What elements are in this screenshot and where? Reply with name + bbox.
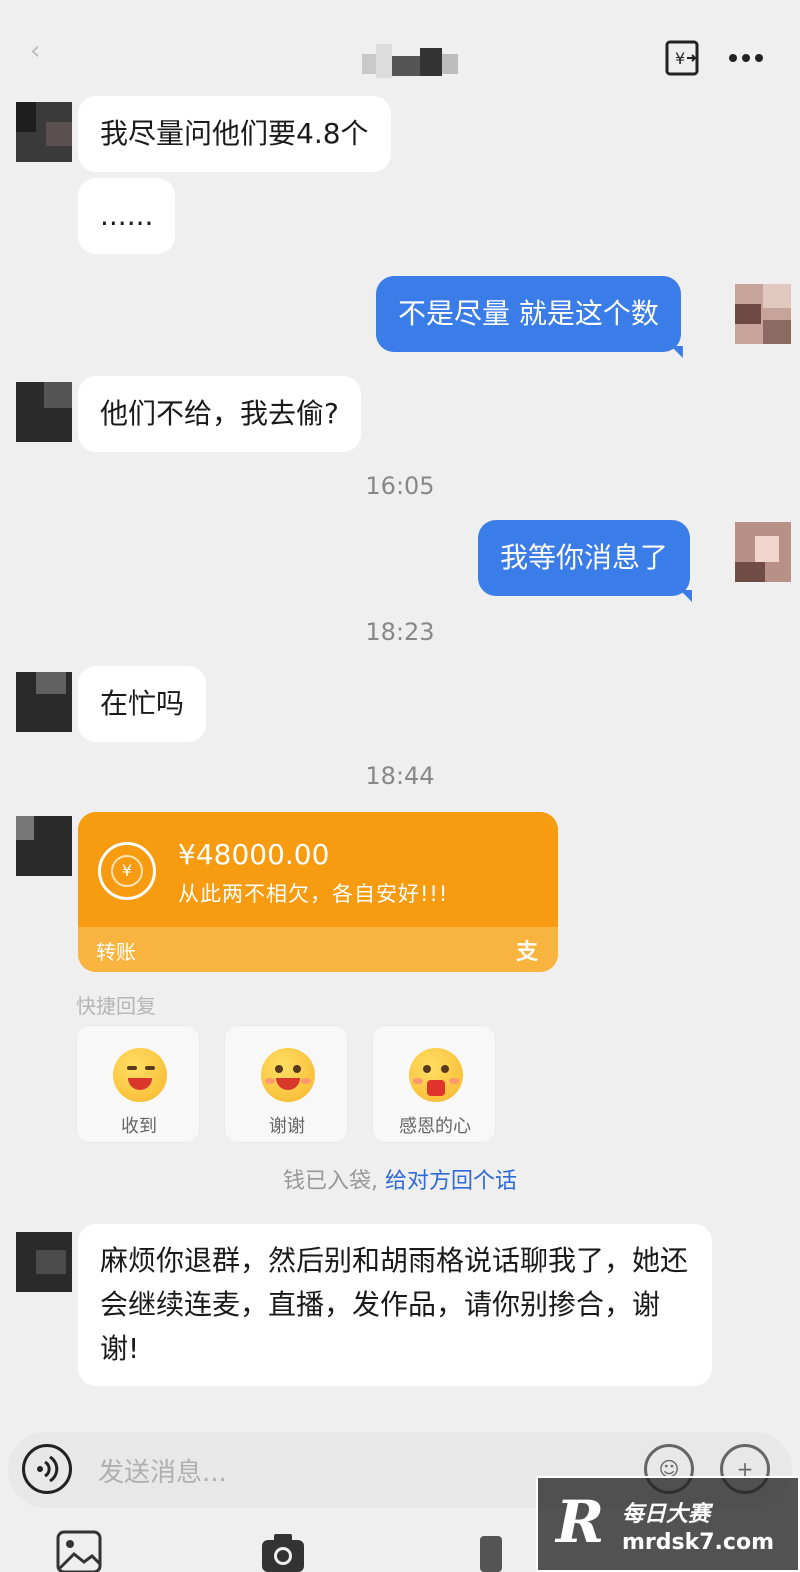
chat-header: ‹ ¥: [0, 0, 800, 100]
transfer-amount: ¥48000.00: [178, 838, 330, 871]
timestamp: 16:05: [365, 472, 435, 500]
avatar[interactable]: [16, 382, 72, 442]
transfer-coin-icon: ¥: [98, 842, 156, 900]
camera-icon[interactable]: [260, 1530, 306, 1572]
image-icon[interactable]: [56, 1530, 102, 1572]
timestamp: 18:44: [365, 762, 435, 790]
reply-link[interactable]: 给对方回个话: [385, 1169, 517, 1194]
avatar[interactable]: [16, 1232, 72, 1292]
avatar[interactable]: [16, 672, 72, 732]
message-bubble[interactable]: 麻烦你退群，然后别和胡雨格说话聊我了，她还会继续连麦，直播，发作品，请你别掺合，…: [78, 1224, 712, 1386]
back-icon[interactable]: ‹: [30, 36, 50, 76]
message-bubble[interactable]: 他们不给，我去偷?: [78, 376, 361, 452]
svg-text:¥: ¥: [675, 49, 685, 68]
tongue-emoji-icon: [113, 1048, 167, 1102]
quick-reply-received[interactable]: 收到: [76, 1025, 200, 1143]
quick-reply-label: 感恩的心: [399, 1116, 471, 1137]
transfer-note: 从此两不相欠，各自安好!!!: [178, 882, 449, 906]
contact-name-mosaic: [362, 44, 458, 78]
message-bubble[interactable]: ......: [78, 178, 176, 254]
transfer-label: 转账: [96, 940, 136, 964]
quick-reply-grateful[interactable]: 感恩的心: [372, 1025, 496, 1143]
hint-text: 钱已入袋,: [282, 1169, 378, 1194]
my-avatar[interactable]: [735, 522, 791, 582]
more-icon[interactable]: [726, 38, 766, 78]
watermark-title: 每日大赛: [622, 1502, 711, 1527]
heart-emoji-icon: [409, 1048, 463, 1102]
timestamp: 18:23: [365, 618, 435, 646]
watermark-url: mrdsk7.com: [622, 1530, 774, 1555]
my-avatar[interactable]: [735, 284, 791, 344]
avatar[interactable]: [16, 816, 72, 876]
reply-hint: 钱已入袋, 给对方回个话: [0, 1163, 800, 1195]
money-transfer-card[interactable]: ¥ ¥48000.00 从此两不相欠，各自安好!!! 转账 支: [78, 812, 558, 972]
quick-reply-thanks[interactable]: 谢谢: [224, 1025, 348, 1143]
avatar[interactable]: [16, 102, 72, 162]
voice-icon[interactable]: [22, 1444, 72, 1494]
quick-reply-title: 快捷回复: [76, 994, 156, 1018]
transfer-card-footer: [78, 927, 558, 972]
message-bubble[interactable]: 在忙吗: [78, 666, 207, 742]
grin-emoji-icon: [261, 1048, 315, 1102]
quick-reply-label: 谢谢: [269, 1116, 305, 1137]
watermark-logo: R: [556, 1488, 605, 1556]
message-bubble[interactable]: 我尽量问他们要4.8个: [78, 96, 391, 172]
my-message-bubble[interactable]: 不是尽量 就是这个数: [376, 276, 681, 352]
transfer-yuan-icon[interactable]: ¥: [664, 38, 702, 78]
message-input[interactable]: 发送消息...: [98, 1452, 227, 1489]
phone-icon[interactable]: [476, 1530, 522, 1572]
quick-reply-label: 收到: [121, 1116, 157, 1137]
alipay-icon: 支: [515, 940, 538, 965]
watermark: R 每日大赛 mrdsk7.com: [536, 1476, 800, 1572]
my-message-bubble[interactable]: 我等你消息了: [478, 520, 691, 596]
